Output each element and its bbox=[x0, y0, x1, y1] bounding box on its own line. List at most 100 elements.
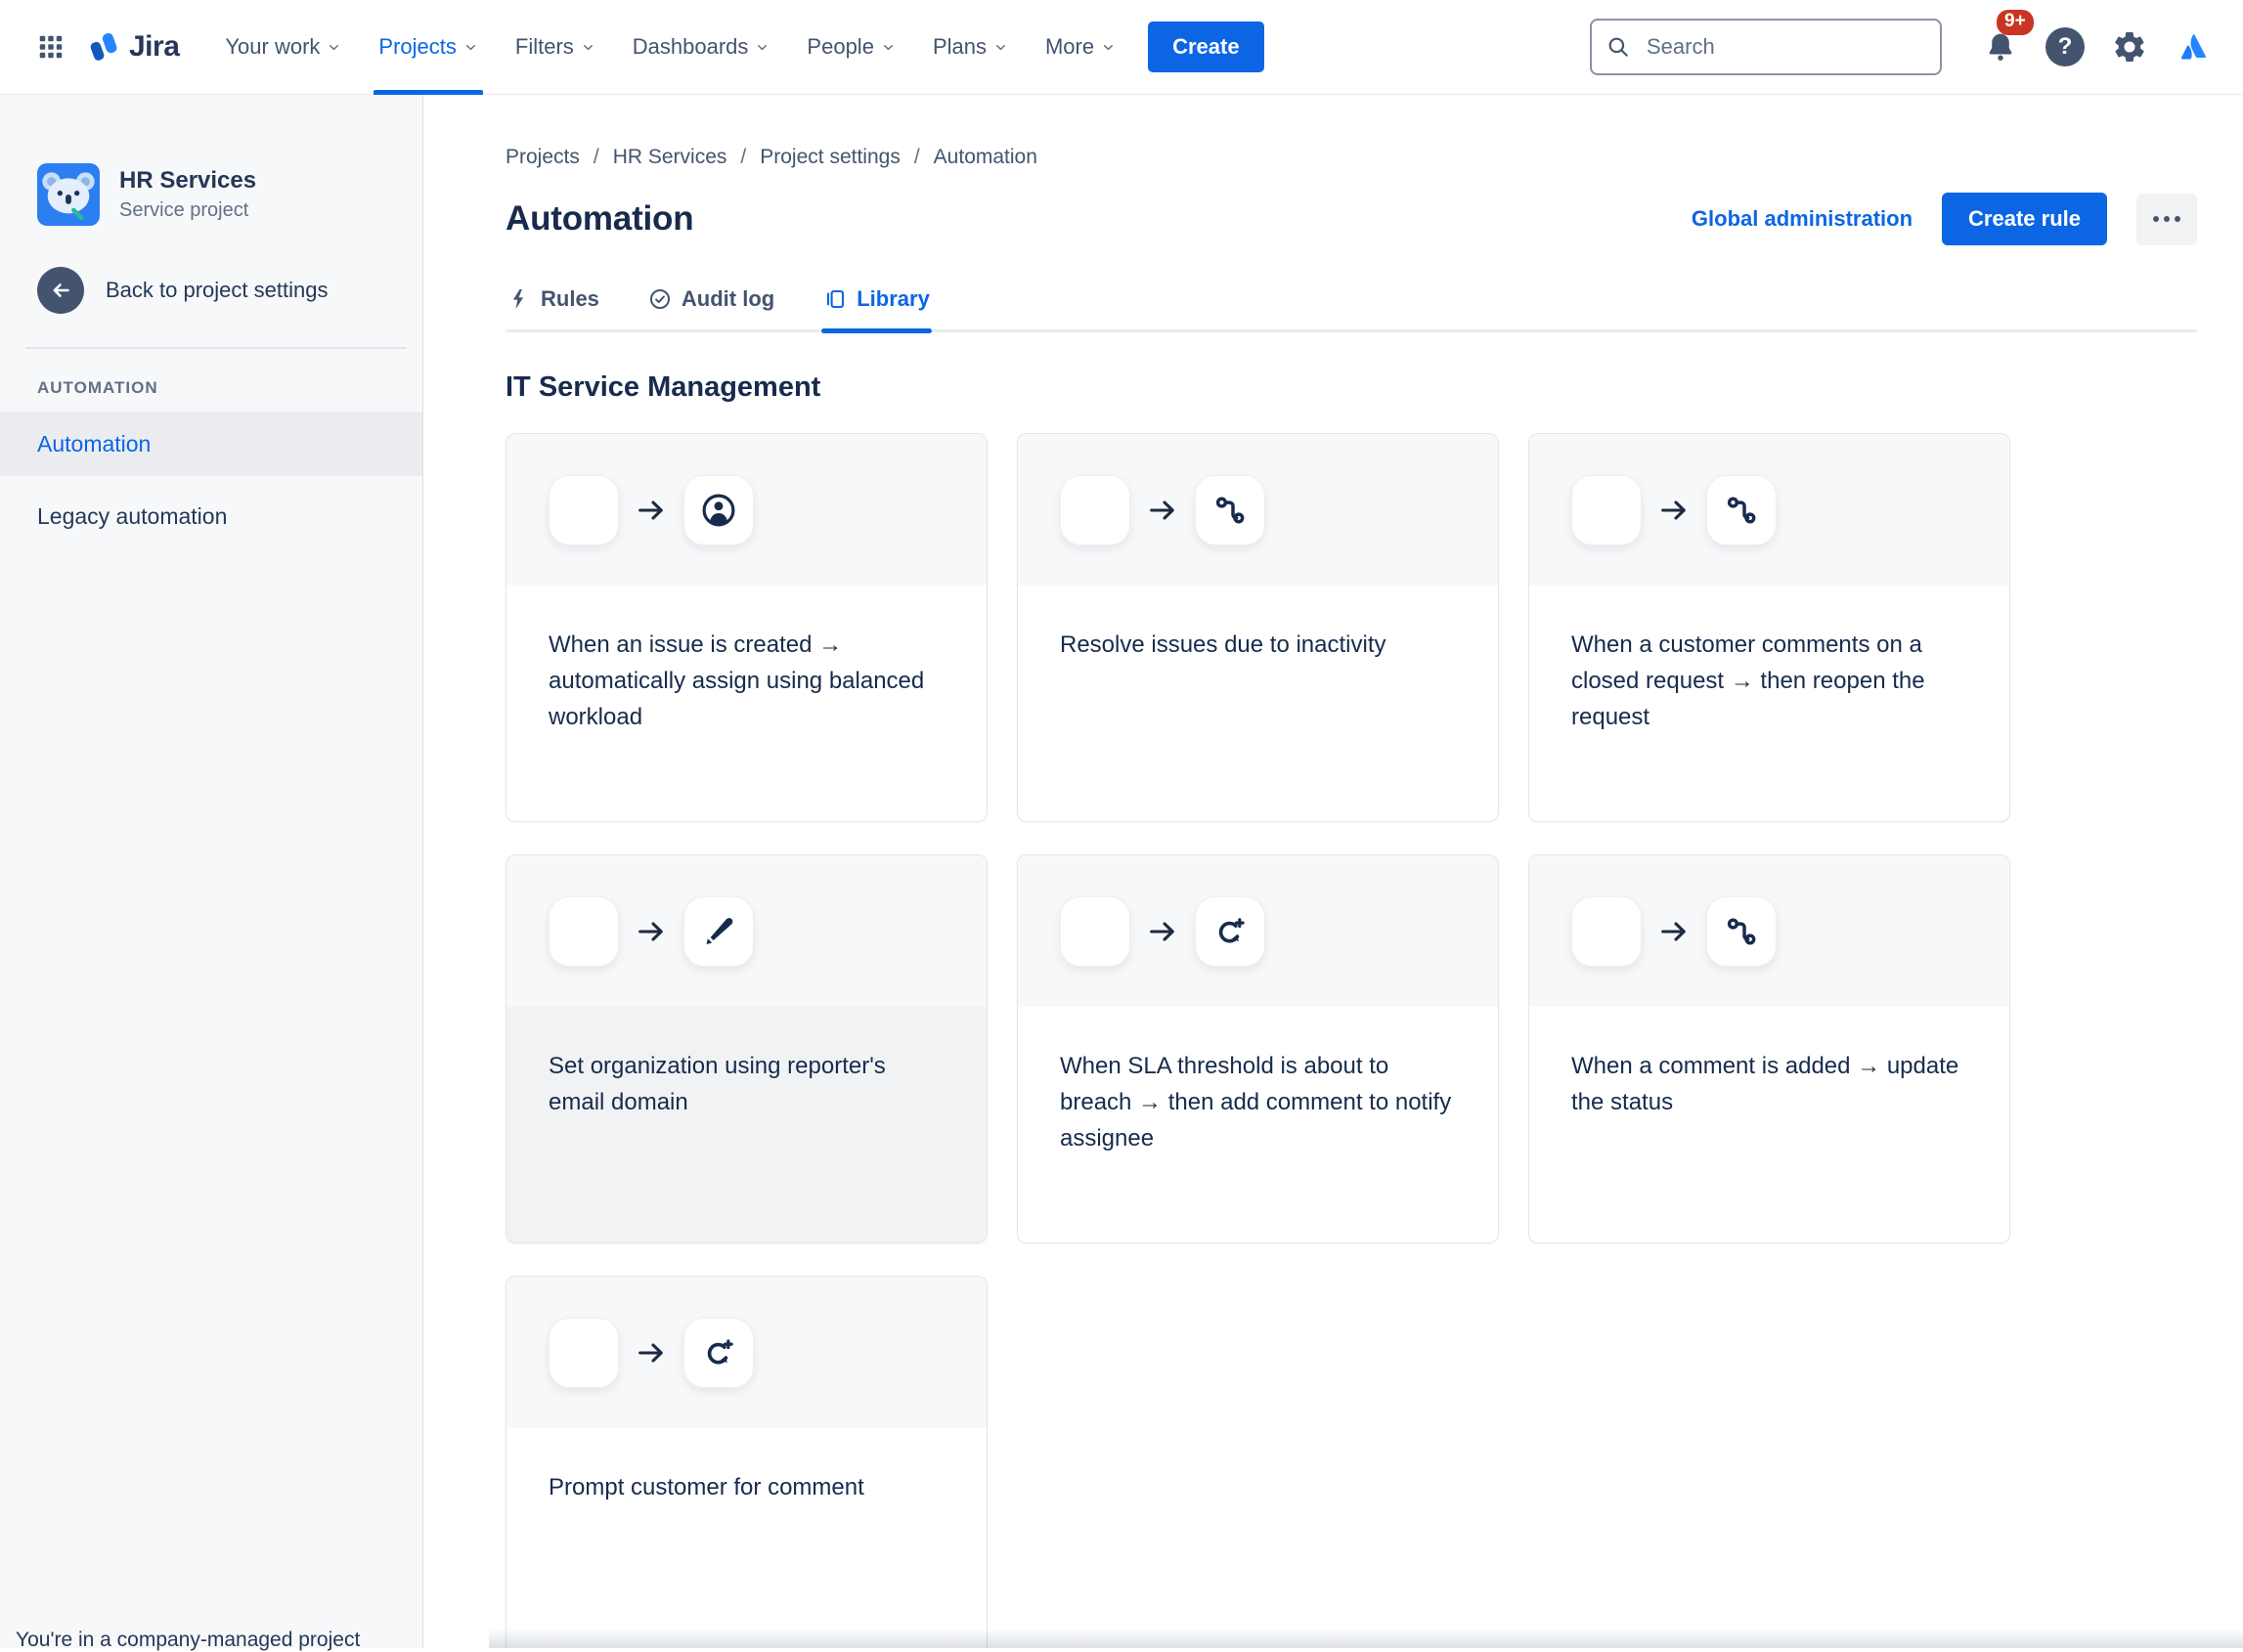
sidebar-item-legacy-automation[interactable]: Legacy automation bbox=[0, 484, 422, 548]
card-text: Set organization using reporter's email … bbox=[549, 1048, 944, 1120]
card-icon-band bbox=[1018, 434, 1498, 586]
project-name: HR Services bbox=[119, 167, 256, 195]
breadcrumb-project-settings[interactable]: Project settings bbox=[760, 146, 901, 169]
header-actions: Global administration Create rule bbox=[1692, 193, 2197, 245]
project-sidebar: HR Services Service project Back to proj… bbox=[0, 95, 423, 1648]
sidebar-item-automation[interactable]: Automation bbox=[0, 412, 422, 476]
card-text: When a comment is added → update the sta… bbox=[1571, 1048, 1966, 1120]
back-to-project-settings[interactable]: Back to project settings bbox=[0, 267, 422, 314]
nav-item-more[interactable]: More bbox=[1027, 0, 1134, 95]
tab-audit-log[interactable]: Audit log bbox=[646, 279, 776, 329]
automation-bolt-icon bbox=[1077, 913, 1114, 950]
trigger-tile bbox=[1571, 896, 1642, 967]
page-title: Automation bbox=[506, 199, 693, 239]
user-circle-icon bbox=[700, 492, 737, 529]
card-icon-band bbox=[506, 855, 987, 1007]
trigger-tile bbox=[549, 1318, 619, 1388]
atlassian-logo bbox=[2169, 22, 2220, 72]
workflow-branch-icon bbox=[1211, 492, 1249, 529]
search-input[interactable] bbox=[1590, 19, 1942, 75]
card-icon-band bbox=[1018, 855, 1498, 1007]
arrow-right-icon bbox=[636, 916, 667, 947]
automation-template-card[interactable]: Prompt customer for comment bbox=[506, 1276, 988, 1648]
card-icon-band bbox=[506, 434, 987, 586]
chevron-down-icon bbox=[993, 40, 1008, 55]
notifications-button[interactable]: 9+ bbox=[1975, 22, 2026, 72]
help-button[interactable]: ? bbox=[2040, 22, 2090, 72]
nav-item-dashboards[interactable]: Dashboards bbox=[614, 0, 789, 95]
project-type: Service project bbox=[119, 199, 256, 222]
arrow-right-icon bbox=[636, 1337, 667, 1369]
search-icon bbox=[1605, 34, 1631, 60]
notifications-badge: 9+ bbox=[1997, 10, 2034, 35]
settings-button[interactable] bbox=[2104, 22, 2155, 72]
nav-item-your-work[interactable]: Your work bbox=[206, 0, 360, 95]
create-rule-button[interactable]: Create rule bbox=[1942, 193, 2107, 245]
chevron-down-icon bbox=[881, 40, 896, 55]
automation-template-card[interactable]: When SLA threshold is about to breach → … bbox=[1017, 854, 1499, 1243]
chevron-down-icon bbox=[755, 40, 770, 55]
automation-template-card[interactable]: Resolve issues due to inactivity bbox=[1017, 433, 1499, 822]
card-body: When a comment is added → update the sta… bbox=[1529, 1007, 2009, 1242]
arrow-right-icon bbox=[636, 495, 667, 526]
arrow-right-icon bbox=[1147, 916, 1178, 947]
card-text: When SLA threshold is about to breach → … bbox=[1060, 1048, 1455, 1156]
action-tile bbox=[1195, 896, 1265, 967]
global-administration-link[interactable]: Global administration bbox=[1692, 206, 1913, 232]
nav-item-plans[interactable]: Plans bbox=[914, 0, 1027, 95]
gear-icon bbox=[2112, 29, 2147, 65]
automation-bolt-icon bbox=[565, 913, 602, 950]
action-tile bbox=[683, 475, 754, 545]
action-tile bbox=[683, 1318, 754, 1388]
back-arrow-icon bbox=[37, 267, 84, 314]
project-avatar bbox=[37, 163, 100, 226]
create-button[interactable]: Create bbox=[1148, 22, 1263, 72]
card-body: Resolve issues due to inactivity bbox=[1018, 586, 1498, 821]
arrow-right-icon bbox=[1658, 495, 1690, 526]
library-icon bbox=[823, 287, 847, 311]
automation-template-card[interactable]: When a customer comments on a closed req… bbox=[1528, 433, 2010, 822]
grid-icon bbox=[36, 32, 66, 62]
automation-template-card[interactable]: Set organization using reporter's email … bbox=[506, 854, 988, 1243]
trigger-tile bbox=[1571, 475, 1642, 545]
chevron-down-icon bbox=[1101, 40, 1116, 55]
top-navigation: Jira Your work Projects Filters Dashboar… bbox=[0, 0, 2243, 95]
breadcrumb-automation[interactable]: Automation bbox=[934, 146, 1037, 169]
chevron-down-icon bbox=[463, 40, 478, 55]
nav-item-people[interactable]: People bbox=[788, 0, 914, 95]
sidebar-section-title: AUTOMATION bbox=[0, 378, 422, 398]
nav-item-projects[interactable]: Projects bbox=[360, 0, 496, 95]
arrow-right-icon bbox=[1147, 495, 1178, 526]
more-actions-button[interactable] bbox=[2136, 194, 2197, 245]
breadcrumb-hr-services[interactable]: HR Services bbox=[613, 146, 727, 169]
tab-rules[interactable]: Rules bbox=[506, 279, 601, 329]
tab-library[interactable]: Library bbox=[821, 279, 932, 329]
jira-logo[interactable]: Jira bbox=[86, 29, 179, 65]
automation-bolt-icon bbox=[565, 1334, 602, 1371]
project-header: HR Services Service project bbox=[0, 95, 422, 226]
audit-check-icon bbox=[648, 287, 672, 311]
action-tile bbox=[1706, 475, 1777, 545]
project-type-note: You're in a company-managed project bbox=[16, 1629, 360, 1652]
card-body: Set organization using reporter's email … bbox=[506, 1007, 987, 1242]
automation-template-card[interactable]: When an issue is created → automatically… bbox=[506, 433, 988, 822]
workflow-branch-icon bbox=[1723, 492, 1760, 529]
card-body: When an issue is created → automatically… bbox=[506, 586, 987, 821]
nav-item-filters[interactable]: Filters bbox=[497, 0, 614, 95]
search-field bbox=[1590, 19, 1942, 75]
card-body: When SLA threshold is about to breach → … bbox=[1018, 1007, 1498, 1242]
sidebar-items: Automation Legacy automation bbox=[0, 412, 422, 548]
automation-bolt-icon bbox=[1588, 492, 1625, 529]
comment-add-icon bbox=[700, 1334, 737, 1371]
automation-bolt-icon bbox=[565, 492, 602, 529]
trigger-tile bbox=[1060, 475, 1130, 545]
automation-template-card[interactable]: When a comment is added → update the sta… bbox=[1528, 854, 2010, 1243]
breadcrumb-projects[interactable]: Projects bbox=[506, 146, 580, 169]
lightning-icon bbox=[507, 287, 531, 311]
nav-right-cluster: 9+ ? bbox=[1590, 19, 2220, 75]
chevron-down-icon bbox=[327, 40, 341, 55]
arrow-right-icon bbox=[1658, 916, 1690, 947]
card-grid: When an issue is created → automatically… bbox=[506, 433, 2197, 1648]
app-switcher-button[interactable] bbox=[29, 25, 72, 68]
trigger-tile bbox=[549, 475, 619, 545]
